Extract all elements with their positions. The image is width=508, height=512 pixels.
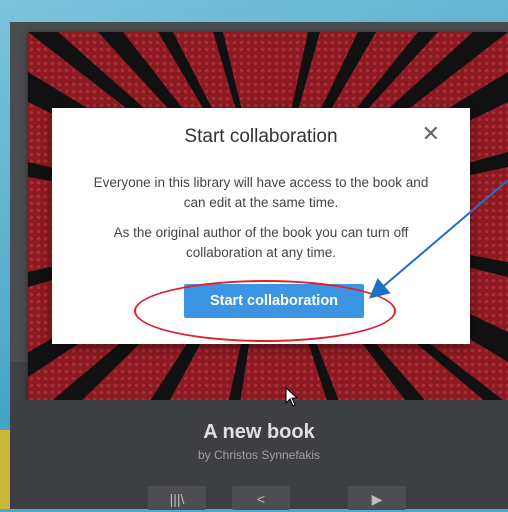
close-icon[interactable]: ✕ xyxy=(422,123,440,145)
share-button[interactable]: < xyxy=(232,486,290,510)
library-button[interactable]: |||\ xyxy=(148,486,206,510)
play-button[interactable]: ▶ xyxy=(348,486,406,510)
share-icon: < xyxy=(256,491,266,507)
annotation-highlight-ellipse xyxy=(134,280,396,342)
book-info-bar: A new book by Christos Synnefakis |||\ <… xyxy=(10,400,508,510)
book-title: A new book xyxy=(203,421,315,443)
dialog-title: Start collaboration xyxy=(184,126,338,147)
dialog-paragraph-author: As the original author of the book you c… xyxy=(113,225,409,260)
dialog-paragraph-access: Everyone in this library will have acces… xyxy=(93,175,429,210)
play-icon: ▶ xyxy=(371,491,383,507)
book-author: by Christos Synnefakis xyxy=(197,448,321,462)
mouse-cursor-icon xyxy=(285,387,299,407)
library-icon: |||\ xyxy=(169,491,185,507)
